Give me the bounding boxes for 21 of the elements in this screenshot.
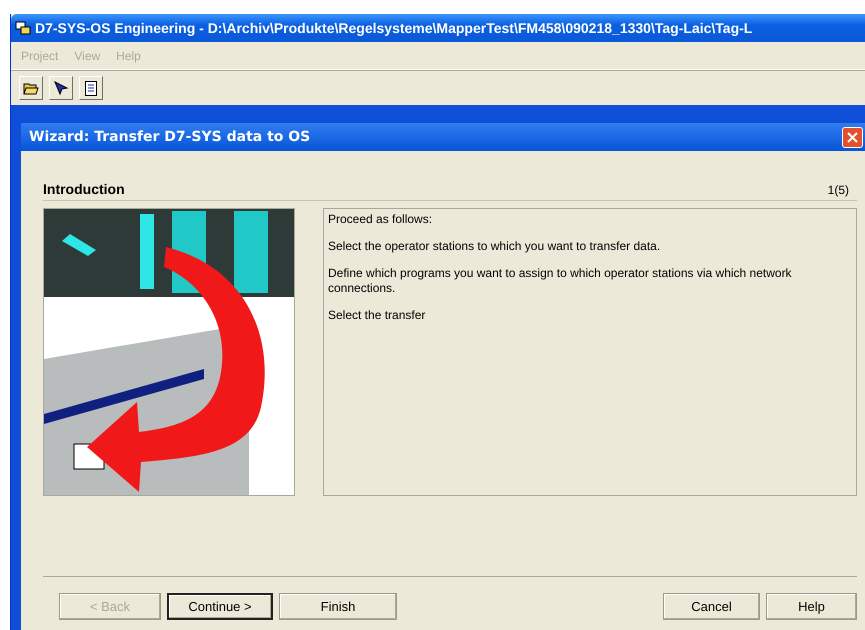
dialog-button[interactable]: Help: [766, 593, 857, 620]
dialog-button[interactable]: Finish: [279, 593, 397, 620]
instruction-text: Select the transfer: [328, 308, 426, 323]
app-icon: [15, 20, 31, 36]
cursor-arrow-icon: [53, 80, 69, 96]
toolbar-button[interactable]: [49, 76, 73, 100]
dialog-button[interactable]: Cancel: [663, 593, 760, 620]
toolbar-button[interactable]: [79, 76, 103, 100]
step-counter: 1(5): [828, 183, 850, 197]
page-heading: Introduction: [43, 181, 125, 197]
window-title: D7-SYS-OS Engineering - D:\Archiv\Produkte\Regelsysteme\MapperTest\FM458\090218_1330\Tag-Laic\Tag-L: [35, 20, 752, 36]
dialog-title: Wizard: Transfer D7-SYS data to OS: [29, 129, 310, 145]
close-icon: [847, 132, 858, 142]
toolbar-button[interactable]: [19, 76, 43, 100]
dialog-button[interactable]: Continue >: [167, 593, 273, 620]
instruction-text: Select the operator stations to which you want to transfer data.: [328, 239, 662, 254]
instruction-text: Proceed as follows:: [328, 212, 434, 227]
document-icon: [85, 80, 97, 96]
instruction-text: Define which programs you want to assign to which operator stations via which network connections.: [328, 266, 793, 296]
folder-icon: [23, 81, 39, 95]
close-button[interactable]: [842, 126, 863, 148]
